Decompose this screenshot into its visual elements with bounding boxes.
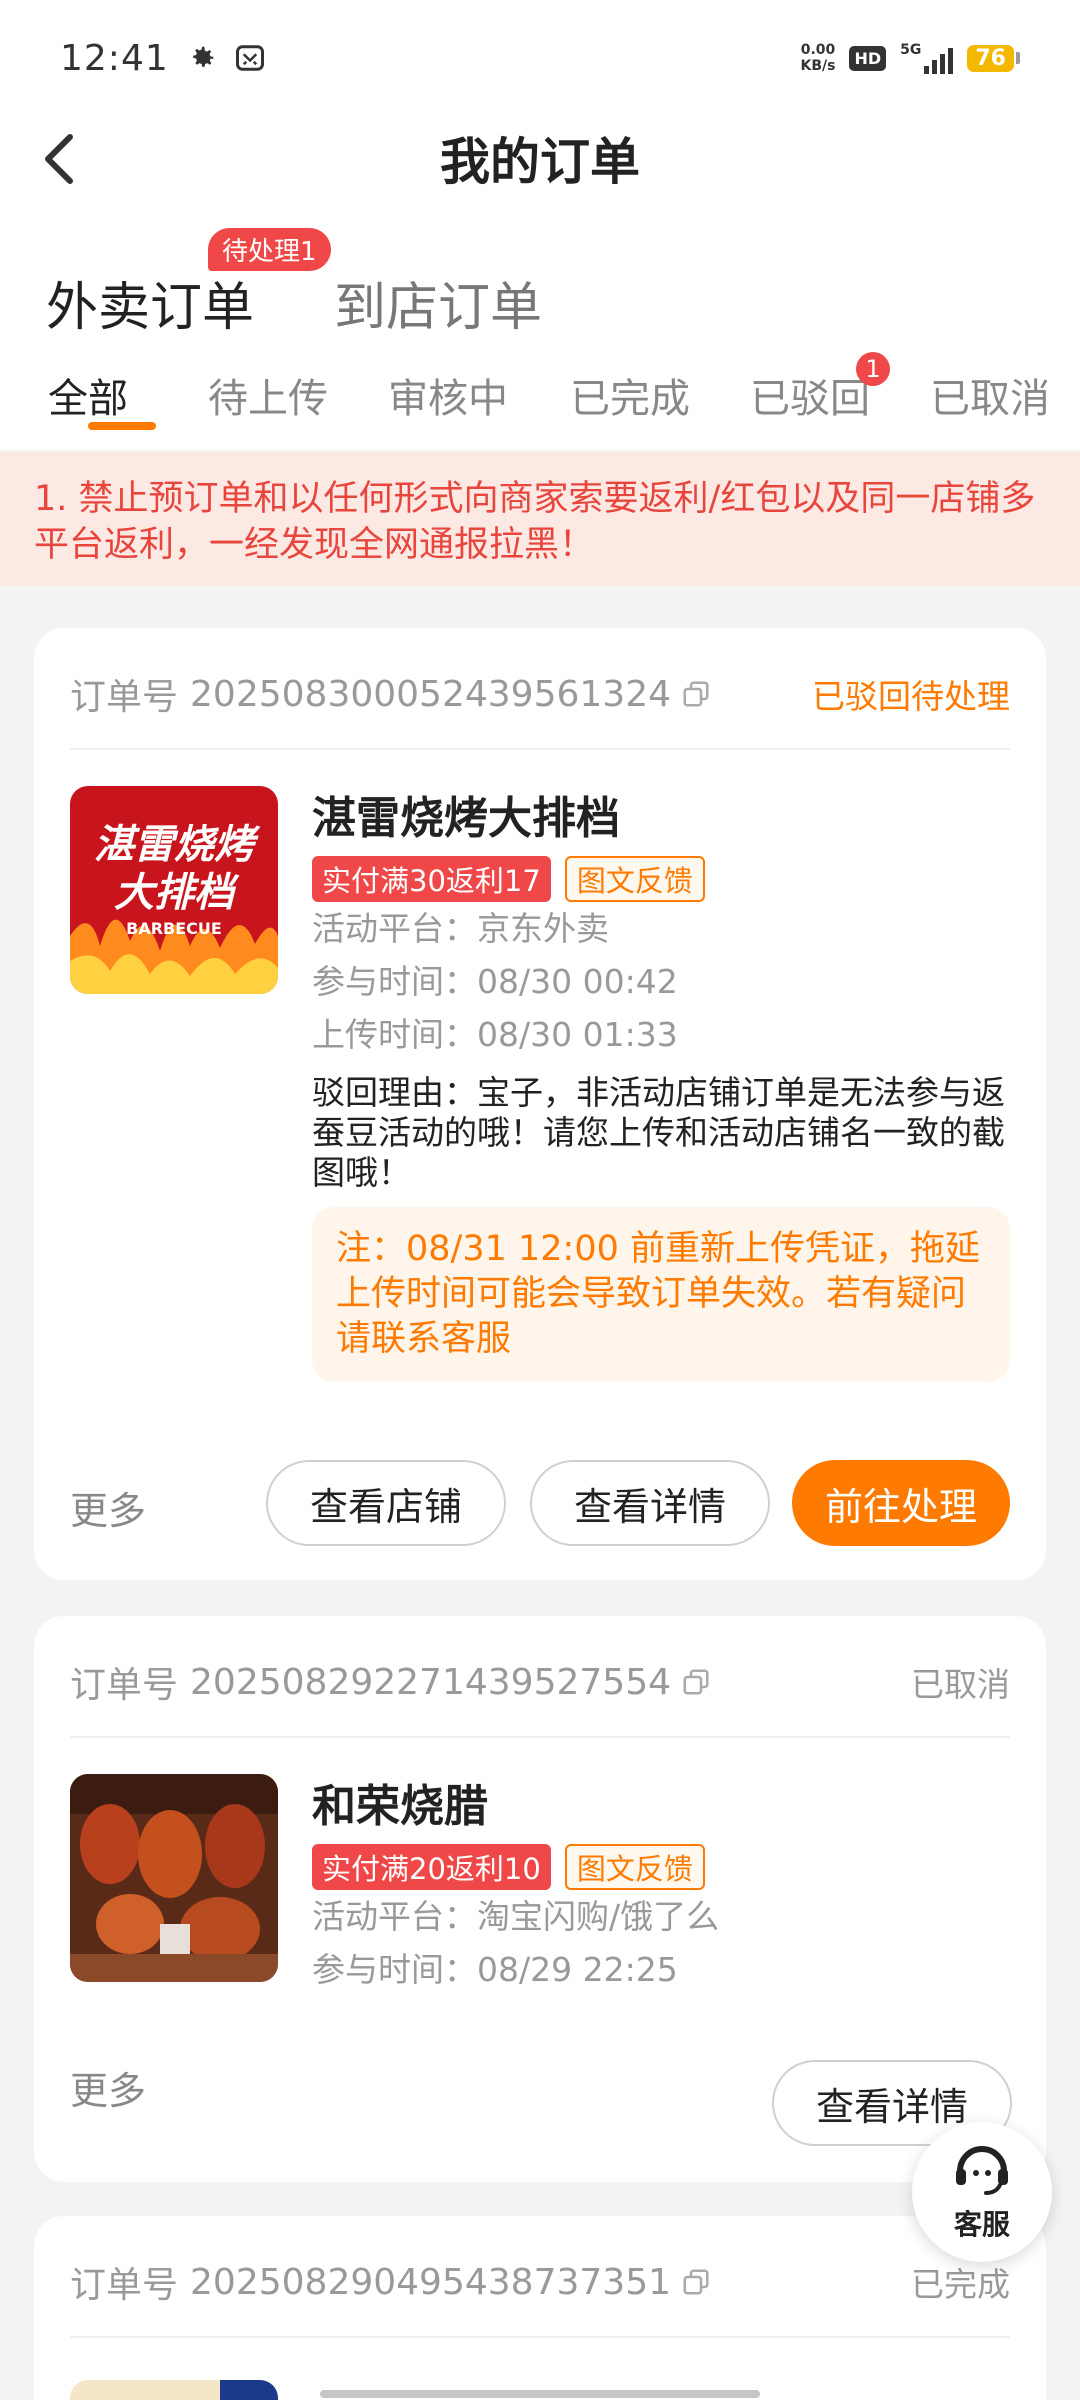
page-title: 我的订单 (440, 133, 640, 191)
copy-icon[interactable] (681, 2267, 711, 2297)
app-notification-icon (235, 43, 265, 73)
divider (70, 2336, 1010, 2338)
order-status: 已取消 (911, 1665, 1010, 1704)
order-card: 订单号 202508290495438737351 已完成 (34, 2216, 1046, 2400)
subtab-cancelled[interactable]: 已取消 (930, 366, 1050, 424)
order-number-row: 订单号 202508292271439527554 已取消 (70, 1656, 1010, 1708)
feedback-tag: 图文反馈 (564, 856, 705, 902)
subtab-pending-upload[interactable]: 待上传 (208, 366, 328, 424)
tags: 实付满20返利10 图文反馈 (312, 1844, 1010, 1890)
platform-row: 活动平台：京东外卖 (312, 909, 609, 948)
deadline-warning: 注：08/31 12:00 前重新上传凭证，拖延上传时间可能会导致订单失效。若有… (312, 1207, 1010, 1382)
order-info: 和荣烧腊 实付满20返利10 图文反馈 活动平台：淘宝闪购/饿了么 参与时间：0… (312, 1778, 1010, 1996)
copy-icon[interactable] (681, 1667, 711, 1697)
status-time: 12:41 (60, 37, 169, 79)
order-number-row: 订单号 202508290495438737351 已完成 (70, 2256, 1010, 2308)
order-number: 202508300052439561324 (190, 673, 672, 715)
customer-service-label: 客服 (953, 2208, 1010, 2241)
order-label: 订单号 (70, 677, 179, 718)
gear-icon (187, 43, 217, 73)
shop-logo (70, 2380, 278, 2400)
shop-name[interactable]: 湛雷烧烤大排档 (312, 790, 1010, 848)
scroll-indicator (320, 2390, 760, 2398)
subtab-rejected[interactable]: 已驳回 (750, 366, 870, 424)
tags: 实付满30返利17 图文反馈 (312, 856, 1010, 902)
pending-badge: 待处理1 (208, 228, 331, 271)
order-status: 已驳回待处理 (812, 677, 1010, 716)
platform-row: 活动平台：淘宝闪购/饿了么 (312, 1897, 720, 1936)
hd-icon: HD (849, 45, 887, 71)
battery-icon: 76 (967, 44, 1020, 72)
order-number-row: 订单号 202508300052439561324 已驳回待处理 (70, 668, 1010, 720)
divider (70, 748, 1010, 750)
shop-name[interactable]: 和荣烧腊 (312, 1778, 1010, 1836)
go-process-button[interactable]: 前往处理 (792, 1460, 1010, 1546)
notice-banner: 1. 禁止预订单和以任何形式向商家索要返利/红包以及同一店铺多平台返利，一经发现… (0, 452, 1080, 586)
join-time-row: 参与时间：08/29 22:25 (312, 1950, 678, 1989)
order-card: 订单号 202508292271439527554 已取消 和荣烧腊 实付满20… (34, 1616, 1046, 2182)
subtab-reviewing[interactable]: 审核中 (388, 366, 508, 424)
status-bar: 12:41 0.00 KB/s HD 5G 76 (60, 30, 1020, 86)
copy-icon[interactable] (681, 679, 711, 709)
shop-logo: 湛雷烧烤 大排档 BARBECUE (70, 786, 278, 994)
feedback-tag: 图文反馈 (564, 1844, 705, 1890)
order-status: 已完成 (911, 2265, 1010, 2304)
more-link[interactable]: 更多 (70, 1480, 146, 1535)
order-label: 订单号 (70, 2265, 179, 2306)
tab-delivery-orders[interactable]: 外卖订单 (46, 265, 254, 340)
status-indicators: 0.00 KB/s HD 5G 76 (800, 42, 1020, 74)
order-number: 202508290495438737351 (190, 2261, 672, 2303)
join-time-row: 参与时间：08/30 00:42 (312, 962, 678, 1001)
tab-instore-orders[interactable]: 到店订单 (334, 265, 542, 340)
view-detail-button[interactable]: 查看详情 (530, 1460, 770, 1546)
active-tab-indicator (88, 422, 156, 430)
divider (70, 1736, 1010, 1738)
network-speed: 0.00 KB/s (800, 42, 836, 74)
svg-text:BARBECUE: BARBECUE (126, 919, 222, 938)
reject-reason: 驳回理由：宝子，非活动店铺订单是无法参与返蚕豆活动的哦！请您上传和活动店铺名一致… (312, 1073, 1005, 1192)
headset-icon (950, 2141, 1014, 2201)
order-info: 湛雷烧烤大排档 实付满30返利17 图文反馈 活动平台：京东外卖 参与时间：08… (312, 790, 1010, 1382)
shop-photo (70, 1774, 278, 1982)
subtab-completed[interactable]: 已完成 (570, 366, 690, 424)
order-number: 202508292271439527554 (190, 1661, 672, 1703)
signal-icon: 5G (900, 42, 954, 74)
subtab-all[interactable]: 全部 (48, 366, 128, 424)
customer-service-button[interactable]: 客服 (912, 2122, 1052, 2262)
reward-tag: 实付满20返利10 (312, 1844, 551, 1890)
svg-text:湛雷烧烤: 湛雷烧烤 (94, 822, 261, 868)
upload-time-row: 上传时间：08/30 01:33 (312, 1015, 678, 1054)
more-link[interactable]: 更多 (70, 2060, 146, 2115)
reward-tag: 实付满30返利17 (312, 856, 551, 902)
order-label: 订单号 (70, 1665, 179, 1706)
svg-text:大排档: 大排档 (114, 870, 240, 916)
order-card: 订单号 202508300052439561324 已驳回待处理 湛雷烧烤 大排… (34, 628, 1046, 1580)
rejected-count-badge: 1 (856, 352, 890, 386)
view-store-button[interactable]: 查看店铺 (266, 1460, 506, 1546)
